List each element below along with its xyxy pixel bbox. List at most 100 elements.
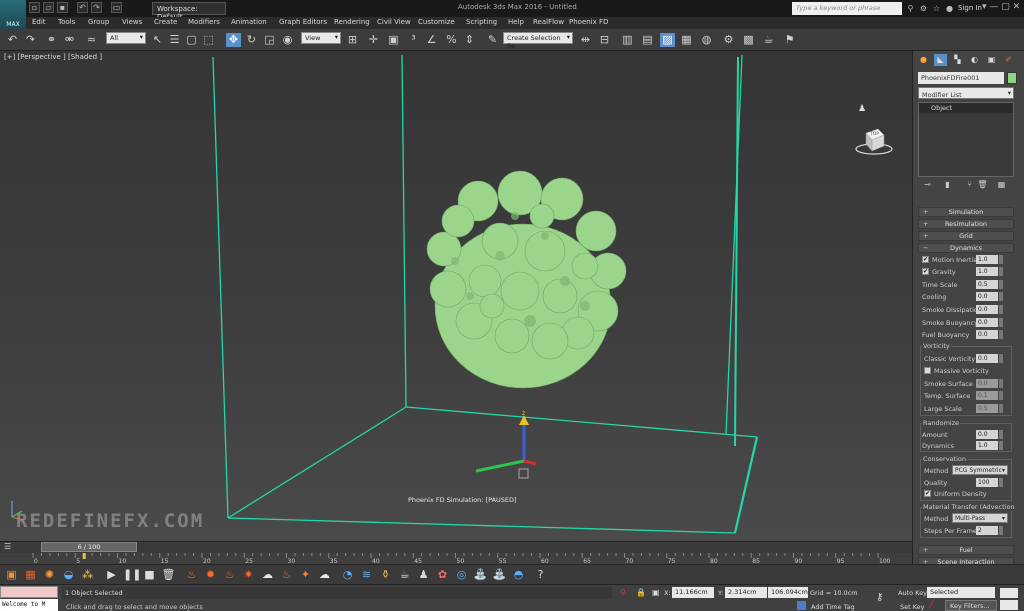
pivot-center-icon[interactable]: ⊞ xyxy=(345,33,360,47)
render-setup-icon[interactable]: ⚙ xyxy=(721,33,736,47)
undo-icon[interactable]: ↶ xyxy=(5,33,20,47)
menu-group[interactable]: Group xyxy=(88,18,109,26)
menu-civil-view[interactable]: Civil View xyxy=(377,18,411,26)
steps-per-frame-spinner[interactable]: 2 xyxy=(976,526,1003,535)
rectangular-selection-icon[interactable]: ▢ xyxy=(184,33,199,47)
remove-modifier-icon[interactable]: 🗑 xyxy=(977,180,988,189)
menu-views[interactable]: Views xyxy=(122,18,142,26)
splash-preset-icon[interactable]: ◎ xyxy=(454,568,469,582)
fuel-buoyancy-spinner[interactable]: 0.0 xyxy=(976,330,1003,339)
smoke-preset-icon[interactable]: ✷ xyxy=(241,568,256,582)
beer-preset-icon[interactable]: ⚱ xyxy=(378,568,393,582)
ocean-icon[interactable]: ≋ xyxy=(359,568,374,582)
key-selection-dropdown[interactable]: Selected xyxy=(927,587,995,598)
render-iterative-icon[interactable]: ⚑ xyxy=(782,33,797,47)
time-scale-spinner[interactable]: 0.5 xyxy=(976,280,1003,289)
redo-icon[interactable]: ↷ xyxy=(23,33,38,47)
keyboard-shortcut-icon[interactable]: ▣ xyxy=(386,33,401,47)
menu-modifiers[interactable]: Modifiers xyxy=(188,18,220,26)
rollout-resimulation[interactable]: Resimulation xyxy=(918,219,1014,229)
undo-icon[interactable]: ↶ xyxy=(77,2,88,13)
select-and-place-icon[interactable]: ◉ xyxy=(280,33,295,47)
key-mode-icon[interactable]: ╱ xyxy=(929,600,934,609)
create-tab-icon[interactable]: ● xyxy=(917,54,930,66)
modifier-stack[interactable] xyxy=(918,102,1014,177)
rollout-simulation[interactable]: Simulation xyxy=(918,207,1014,217)
menu-rendering[interactable]: Rendering xyxy=(334,18,370,26)
steering-wheel-icon[interactable]: ♟ xyxy=(858,104,866,114)
redo-icon[interactable]: ↷ xyxy=(91,2,102,13)
mirror-icon[interactable]: ⇹ xyxy=(578,33,593,47)
show-end-result-icon[interactable]: ▮ xyxy=(942,180,953,189)
toggle-ribbon-icon[interactable]: ▤ xyxy=(640,33,655,47)
user-icon[interactable]: ● xyxy=(944,3,955,14)
open-folder-icon[interactable]: ▱ xyxy=(43,2,54,13)
menu-phoenix-fd[interactable]: Phoenix FD xyxy=(569,18,608,26)
material-editor-icon[interactable]: ◍ xyxy=(699,33,714,47)
time-configuration-field[interactable] xyxy=(1000,600,1018,610)
milk-preset-icon[interactable]: ☕ xyxy=(397,568,412,582)
menu-tools[interactable]: Tools xyxy=(58,18,75,26)
menu-edit[interactable]: Edit xyxy=(32,18,46,26)
select-manipulate-icon[interactable]: ✛ xyxy=(366,33,381,47)
help-search-input[interactable]: Type a keyword or phrase xyxy=(792,2,902,15)
waterfall-preset-icon[interactable]: ⛲ xyxy=(473,568,488,582)
select-object-icon[interactable]: ↖ xyxy=(150,33,165,47)
viewcube[interactable]: TOP xyxy=(854,123,894,159)
hierarchy-tab-icon[interactable]: ▚ xyxy=(951,54,964,66)
workspace-dropdown[interactable]: Workspace: Default xyxy=(152,2,226,21)
display-tab-icon[interactable]: ▣ xyxy=(985,54,998,66)
menu-realflow[interactable]: RealFlow xyxy=(533,18,564,26)
pause-icon[interactable]: ❚❚ xyxy=(123,568,141,582)
rendered-frame-window-icon[interactable]: ▩ xyxy=(741,33,756,47)
bath-preset-icon[interactable]: ◓ xyxy=(511,568,526,582)
object-color-swatch[interactable] xyxy=(1007,72,1017,84)
menu-customize[interactable]: Customize xyxy=(418,18,455,26)
steam-preset-icon[interactable]: ☁ xyxy=(317,568,332,582)
spinner-snap-icon[interactable]: ⇕ xyxy=(462,33,477,47)
menu-graph-editors[interactable]: Graph Editors xyxy=(279,18,327,26)
curve-editor-icon[interactable]: ▨ xyxy=(660,33,675,47)
render-production-icon[interactable]: ☕ xyxy=(761,33,776,47)
fountain-preset-icon[interactable]: ⛲ xyxy=(492,568,507,582)
rollout-dynamics[interactable]: Dynamics xyxy=(918,243,1014,253)
amount-spinner[interactable]: 0.0 xyxy=(976,430,1003,439)
dynamics-spinner[interactable]: 1.0 xyxy=(976,441,1003,450)
select-by-name-icon[interactable]: ☰ xyxy=(167,33,182,47)
material-transfer-method-dropdown[interactable]: Multi-Pass xyxy=(952,513,1008,524)
snaps-toggle-icon[interactable]: ³ xyxy=(406,33,421,47)
key-filters-button[interactable]: Key Filters... xyxy=(945,600,997,611)
menu-scripting[interactable]: Scripting xyxy=(466,18,497,26)
gravity-checkbox[interactable]: ✔ xyxy=(922,268,929,275)
bind-space-warp-icon[interactable]: ≈ xyxy=(84,33,99,47)
menu-help[interactable]: Help xyxy=(508,18,524,26)
liquid-pour-icon[interactable]: ◔ xyxy=(340,568,355,582)
pin-stack-icon[interactable]: ⊸ xyxy=(922,180,933,189)
window-crossing-icon[interactable]: ⬚ xyxy=(201,33,216,47)
stop-icon[interactable]: ■ xyxy=(142,568,157,582)
schematic-view-icon[interactable]: ▦ xyxy=(679,33,694,47)
time-slider-handle[interactable]: 6 / 100 xyxy=(41,542,137,552)
z-coordinate-field[interactable]: 106.094cm xyxy=(768,587,808,598)
selection-filter-dropdown[interactable]: All xyxy=(106,32,146,44)
play-icon[interactable]: ▶ xyxy=(104,568,119,582)
phoenix-source-icon[interactable]: ✺ xyxy=(42,568,57,582)
window-controls[interactable]: ▾ — ▢ ✕ xyxy=(982,2,1020,12)
candle-preset-icon[interactable]: ♨ xyxy=(222,568,237,582)
subscription-icon[interactable]: ⚙ xyxy=(918,3,929,14)
particle-icon[interactable]: ⁂ xyxy=(80,568,95,582)
motion-tab-icon[interactable]: ◐ xyxy=(968,54,981,66)
motion-inertia-checkbox[interactable]: ✔ xyxy=(922,256,929,263)
layer-explorer-icon[interactable]: ▥ xyxy=(620,33,635,47)
gravity-spinner[interactable]: 1.0 xyxy=(976,267,1003,276)
stack-item-object[interactable]: Object xyxy=(919,103,1013,113)
object-name-field[interactable]: PhoenixFDFire001 xyxy=(918,72,1004,84)
modifier-list-dropdown[interactable]: Modifier List xyxy=(918,87,1014,99)
smoke-dissipation-spinner[interactable]: 0.0 xyxy=(976,305,1003,314)
smoke-surface-spinner[interactable]: 0.0 xyxy=(976,379,1003,388)
perspective-viewport[interactable]: [+] [Perspective ] [Shaded ] z TOP ♟ Pho… xyxy=(0,51,912,541)
select-and-move-icon[interactable]: ✥ xyxy=(226,33,241,47)
edit-named-selection-icon[interactable]: ✎ xyxy=(485,33,500,47)
configure-sets-icon[interactable]: ▦ xyxy=(996,180,1007,189)
maxscript-listener[interactable] xyxy=(0,586,58,598)
